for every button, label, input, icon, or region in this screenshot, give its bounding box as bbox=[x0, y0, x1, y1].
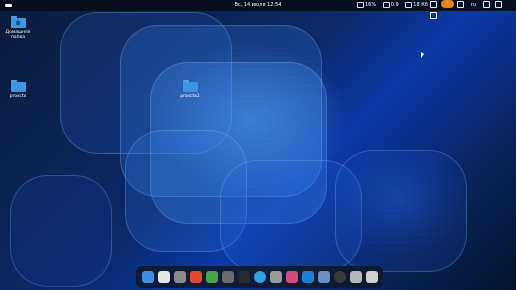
archive-icon[interactable] bbox=[174, 271, 186, 283]
settings-icon[interactable] bbox=[430, 1, 437, 8]
telegram-icon[interactable] bbox=[254, 271, 266, 283]
home-folder-icon bbox=[10, 16, 26, 28]
home-icon bbox=[15, 20, 21, 25]
app-grid-icon[interactable] bbox=[366, 271, 378, 283]
dock bbox=[136, 266, 383, 288]
mouse-cursor bbox=[421, 52, 424, 58]
battery-level: 16% bbox=[365, 2, 377, 8]
power-icon[interactable] bbox=[430, 12, 437, 19]
desktop-background[interactable] bbox=[0, 0, 516, 290]
wallpaper-shape bbox=[10, 175, 112, 287]
desktop-item-label: proxctx bbox=[9, 94, 27, 99]
keyboard-layout[interactable]: ru bbox=[471, 2, 476, 8]
top-panel: Вс, 14 июля 12:54 16% 0.9 18 Кб ! ru bbox=[0, 0, 516, 19]
download-icon bbox=[405, 1, 413, 8]
trash-icon[interactable] bbox=[350, 271, 362, 283]
ghost-app-icon[interactable] bbox=[270, 271, 282, 283]
volume-icon[interactable] bbox=[495, 1, 503, 8]
network-speed: 18 Кб bbox=[413, 2, 428, 8]
folder-icon bbox=[182, 80, 198, 92]
desktop-item-proxctx[interactable]: proxctx bbox=[0, 80, 36, 99]
manager-icon[interactable] bbox=[222, 271, 234, 283]
folder-icon bbox=[10, 80, 26, 92]
desktop-item-home[interactable]: Домашняя папка bbox=[0, 16, 36, 40]
battery-icon bbox=[357, 1, 364, 8]
obs-icon[interactable] bbox=[334, 271, 346, 283]
network-icon[interactable] bbox=[482, 1, 490, 8]
system-tray[interactable]: 16% 0.9 18 Кб bbox=[357, 0, 433, 11]
brave-icon[interactable] bbox=[190, 271, 202, 283]
monitor-icon[interactable] bbox=[318, 271, 330, 283]
desktop-item-proxctx2[interactable]: proxctx2 bbox=[172, 80, 208, 99]
terminal-icon[interactable] bbox=[238, 271, 250, 283]
message-count: 0.9 bbox=[390, 2, 399, 8]
desktop-item-label: папка bbox=[10, 35, 26, 40]
message-icon bbox=[382, 1, 390, 8]
alert-badge[interactable]: ! bbox=[440, 0, 454, 8]
files-icon[interactable] bbox=[142, 271, 154, 283]
status-icons: ! ru bbox=[428, 0, 516, 19]
notification-icon[interactable] bbox=[457, 1, 465, 8]
text-editor-icon[interactable] bbox=[158, 271, 170, 283]
wallpaper-shape bbox=[335, 150, 467, 272]
color-picker-icon[interactable] bbox=[286, 271, 298, 283]
vscode-icon[interactable] bbox=[302, 271, 314, 283]
layers-app-icon[interactable] bbox=[206, 271, 218, 283]
desktop-item-label: proxctx2 bbox=[180, 94, 200, 99]
